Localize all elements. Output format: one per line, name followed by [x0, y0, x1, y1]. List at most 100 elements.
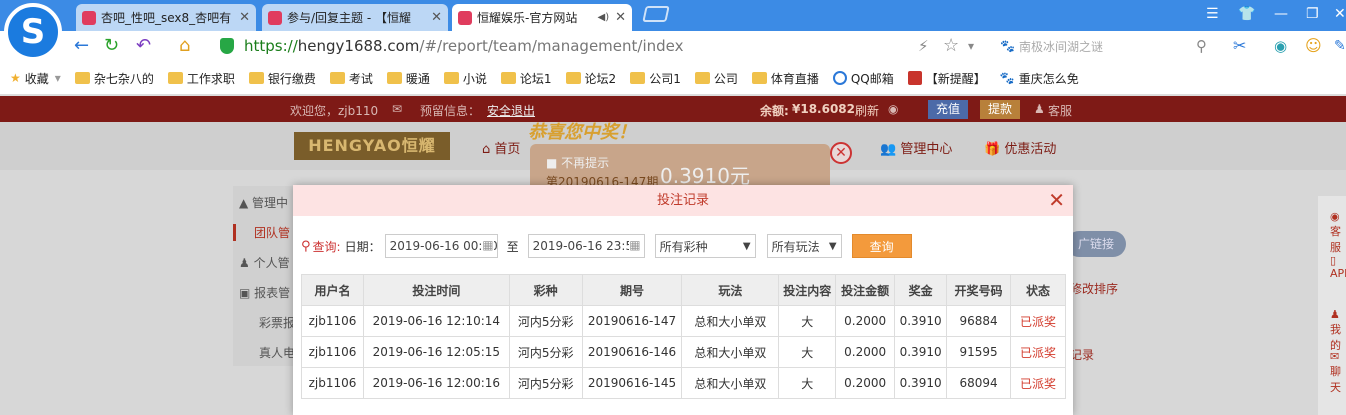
deposit-button[interactable]: 充值	[928, 100, 969, 119]
chevron-down-icon[interactable]: ▾	[968, 36, 974, 56]
withdraw-button[interactable]: 提款	[980, 100, 1021, 119]
float-label: 客服	[1330, 225, 1341, 254]
cell-bet-time: 2019-06-16 12:05:15	[362, 336, 510, 368]
url-field[interactable]: https://hengy1688.com/#/report/team/mana…	[210, 34, 990, 58]
float-mine[interactable]: ♟ 我的	[1330, 308, 1346, 353]
col-username: 用户名	[301, 274, 364, 306]
bookmark-label: 重庆怎么免	[1018, 71, 1079, 86]
side-menu-item[interactable]: 真人电	[259, 344, 295, 361]
side-menu-item[interactable]: 彩票报	[259, 314, 295, 331]
new-tab-button[interactable]	[642, 6, 670, 22]
tab-sex8[interactable]: 杏吧_性吧_sex8_杏吧有 ✕	[76, 4, 256, 31]
side-menu-item[interactable]: ▲ 管理中	[239, 194, 288, 211]
folder-icon	[167, 72, 183, 84]
maximize-icon[interactable]: ❐	[1306, 6, 1319, 22]
scissors-icon[interactable]: ✂	[1233, 36, 1246, 56]
close-icon[interactable]: ✕	[830, 142, 852, 164]
query-bar: ⚲ 查询: 日期： 2019-06-16 00:00 ▦ 至 2019-06-16…	[301, 233, 1071, 259]
bookmark-folder[interactable]: 杂七杂八的	[74, 70, 154, 87]
col-play: 玩法	[681, 274, 780, 306]
cell-amount: 0.2000	[835, 336, 896, 368]
bookmark-folder[interactable]: 小说	[443, 70, 487, 87]
bookmark-label: 杂七杂八的	[93, 71, 154, 86]
bookmark-folder[interactable]: 银行缴费	[248, 70, 316, 87]
table-row[interactable]: zjb1106 2019-06-16 12:10:14 河内5分彩 201906…	[301, 305, 1066, 337]
bookmark-folder[interactable]: 暖通	[386, 70, 430, 87]
cell-prize: 0.3910	[894, 305, 948, 337]
management-nav[interactable]: 👥 管理中心	[880, 138, 952, 157]
edit-sort-link[interactable]: 修改排序	[1070, 280, 1118, 297]
bookmark-reminder[interactable]: 【新提醒】	[907, 70, 986, 87]
promo-link-button[interactable]: 广链接	[1066, 231, 1126, 257]
no-show-checkbox[interactable]: ■ 不再提示	[546, 154, 609, 171]
float-service[interactable]: ◉ 客服	[1330, 210, 1346, 255]
bookmark-folder[interactable]: 工作求职	[167, 70, 235, 87]
chevron-down-icon: ▾	[54, 71, 61, 85]
mail-icon[interactable]: ✉	[392, 102, 402, 116]
menu-icon[interactable]: ☰	[1206, 6, 1219, 22]
translate-icon[interactable]: ◉	[1274, 36, 1287, 56]
browser-logo-icon[interactable]: S	[4, 3, 62, 61]
side-menu-item[interactable]: ♟ 个人管	[239, 254, 290, 271]
bookmarks-bar: ★ 收藏 ▾ 杂七杂八的 工作求职 银行缴费 考试 暖通 小说 论坛1 论坛2 公司…	[0, 62, 1346, 95]
skin-icon[interactable]: 👕	[1238, 6, 1255, 22]
refresh-icon[interactable]: ↻	[104, 36, 119, 56]
close-icon[interactable]: ✕	[239, 10, 250, 25]
cell-prize: 0.3910	[894, 367, 948, 399]
search-icon[interactable]: ⚲	[1196, 36, 1207, 56]
cell-content: 大	[778, 305, 837, 337]
cell-content: 大	[778, 336, 837, 368]
bookmark-baidu[interactable]: 🐾 重庆怎么免	[1000, 70, 1079, 87]
lightning-icon[interactable]: ⚡	[918, 36, 929, 56]
date-end-input[interactable]: 2019-06-16 23:59 ▦	[527, 234, 645, 258]
search-placeholder: 南极冰间湖之谜	[1018, 39, 1103, 54]
tab-title: 杏吧_性吧_sex8_杏吧有	[101, 11, 232, 25]
service-link[interactable]: 客服	[1048, 102, 1072, 119]
site-logo[interactable]: HENGYAO恒耀	[294, 132, 450, 160]
user-icon: ♟	[1330, 308, 1340, 321]
col-content: 投注内容	[778, 274, 837, 306]
query-button[interactable]: 查询	[851, 234, 912, 258]
table-row[interactable]: zjb1106 2019-06-16 12:05:15 河内5分彩 201906…	[301, 336, 1066, 368]
float-chat[interactable]: ✉ 聊天	[1330, 350, 1346, 395]
search-input[interactable]: 🐾 南极冰间湖之谜	[1000, 35, 1218, 57]
play-select[interactable]: 所有玩法 ▼	[766, 234, 842, 258]
lottery-select[interactable]: 所有彩种 ▼	[654, 234, 756, 258]
tab-hengyao[interactable]: 恒耀娱乐-官方网站 ◀) ✕	[452, 4, 632, 31]
bookmark-folder[interactable]: 公司1	[630, 70, 681, 87]
bookmark-folder[interactable]: 公司	[694, 70, 738, 87]
tab-reply[interactable]: 参与/回复主题 - 【恒耀 ✕	[262, 4, 448, 31]
side-menu-item-active[interactable]: 团队管	[233, 224, 290, 241]
close-icon[interactable]: ✕	[1048, 185, 1065, 216]
bookmark-folder[interactable]: 论坛1	[500, 70, 552, 87]
eye-icon[interactable]: ◉	[888, 102, 898, 116]
emoji-icon[interactable]: ☺	[1305, 36, 1322, 56]
home-nav[interactable]: ⌂ 首页	[482, 138, 520, 157]
undo-icon[interactable]: ↶	[136, 36, 151, 56]
back-icon[interactable]: ←	[74, 36, 89, 56]
table-row[interactable]: zjb1106 2019-06-16 12:00:16 河内5分彩 201906…	[301, 367, 1066, 399]
side-menu-item[interactable]: ▣ 报表管	[239, 284, 290, 301]
float-app[interactable]: ▯APP	[1330, 254, 1346, 280]
date-start-input[interactable]: 2019-06-16 00:00 ▦	[384, 234, 498, 258]
bookmark-folder[interactable]: 体育直播	[751, 70, 819, 87]
bookmark-favorites[interactable]: ★ 收藏 ▾	[10, 70, 61, 87]
bookmark-label: 考试	[348, 71, 373, 86]
folder-icon	[500, 72, 516, 84]
minimize-icon[interactable]: —	[1274, 6, 1288, 22]
star-icon[interactable]: ☆	[943, 36, 959, 56]
bookmark-folder[interactable]: 考试	[329, 70, 373, 87]
extension-icon[interactable]: ✎	[1334, 36, 1346, 56]
bookmark-qqmail[interactable]: QQ邮箱	[832, 70, 894, 87]
promotions-nav[interactable]: 🎁 优惠活动	[984, 138, 1056, 157]
close-icon[interactable]: ✕	[431, 10, 442, 25]
home-icon[interactable]: ⌂	[179, 36, 190, 56]
logout-link[interactable]: 安全退出	[487, 102, 535, 119]
close-window-icon[interactable]: ✕	[1334, 6, 1346, 22]
records-link[interactable]: 记录	[1070, 346, 1094, 363]
cell-period: 20190616-147	[581, 305, 683, 337]
bookmark-folder[interactable]: 论坛2	[565, 70, 616, 87]
audio-icon[interactable]: ◀)	[598, 12, 610, 23]
refresh-link[interactable]: 刷新	[855, 102, 879, 119]
close-icon[interactable]: ✕	[615, 10, 626, 25]
